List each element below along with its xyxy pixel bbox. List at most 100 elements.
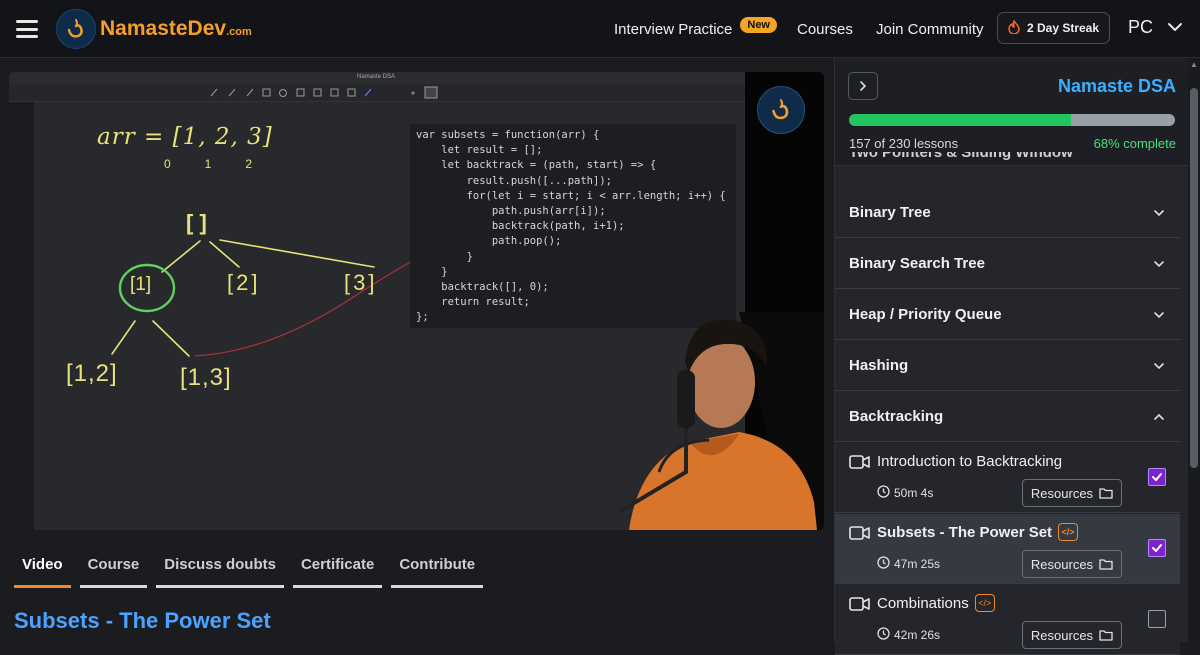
chevron-down-icon — [1154, 260, 1164, 267]
whiteboard-sidebar — [9, 102, 34, 530]
section-hashing[interactable]: Hashing — [835, 341, 1180, 391]
course-progress-fill — [849, 114, 1071, 126]
completed-checkbox[interactable] — [1148, 610, 1166, 628]
streak-button[interactable]: 2 Day Streak — [997, 12, 1110, 44]
check-icon — [1152, 544, 1162, 552]
scroll-up-icon[interactable]: ▲ — [1190, 60, 1198, 70]
resources-button[interactable]: Resources — [1022, 479, 1122, 507]
clock-icon — [877, 627, 890, 640]
check-icon — [1152, 473, 1162, 481]
flame-icon — [1008, 19, 1020, 37]
scrollbar-thumb[interactable] — [1190, 88, 1198, 468]
code-icon: </> — [1058, 523, 1079, 542]
lesson-name: Introduction to Backtracking — [877, 453, 1063, 470]
nav-join-community[interactable]: Join Community — [876, 0, 984, 58]
video-camera-icon — [849, 526, 870, 540]
tree-node-1-3: [1,3] — [180, 364, 232, 391]
lesson-duration: 47m 25s — [894, 557, 941, 571]
clock-icon — [877, 556, 890, 569]
video-camera-icon — [849, 455, 870, 469]
logo-text: NamasteDev.com — [100, 17, 252, 40]
nav-interview-label: Interview Practice — [614, 20, 733, 38]
section-binary-search-tree[interactable]: Binary Search Tree — [835, 239, 1180, 289]
video-camera-icon — [849, 597, 870, 611]
completed-checkbox[interactable] — [1148, 539, 1166, 557]
lesson-tabs: Video Course Discuss doubts Certificate … — [14, 548, 492, 588]
tree-node-3: [3] — [344, 270, 378, 295]
section-header-partial[interactable]: Two Pointers & Sliding Window — [835, 152, 1189, 166]
resources-button[interactable]: Resources — [1022, 550, 1122, 578]
code-icon: </> — [974, 594, 995, 613]
lesson-name: Combinations — [877, 595, 969, 612]
tab-certificate[interactable]: Certificate — [292, 548, 383, 588]
chevron-down-icon — [1154, 362, 1164, 369]
section-backtracking[interactable]: Backtracking — [835, 392, 1180, 442]
lesson-item[interactable]: Combinations </> 42m 26s Resources — [835, 585, 1180, 655]
chevron-down-icon[interactable] — [1166, 18, 1184, 36]
lesson-item-current[interactable]: Subsets - The Power Set </> 47m 25s Resou… — [835, 514, 1180, 584]
logo[interactable]: NamasteDev.com — [56, 9, 252, 49]
resources-button[interactable]: Resources — [1022, 621, 1122, 649]
section-title: Two Pointers & Sliding Window — [849, 152, 1073, 161]
top-navbar: NamasteDev.com Interview Practice New Co… — [0, 0, 1200, 58]
sidebar-scrollbar[interactable]: ▲ — [1188, 58, 1200, 642]
pen-tools-icon — [210, 86, 438, 99]
section-title: Heap / Priority Queue — [849, 306, 1002, 323]
logo-mark-icon — [56, 9, 96, 49]
code-line: let result = []; — [416, 144, 543, 157]
course-name: Namaste DSA — [1057, 76, 1176, 96]
nav-courses[interactable]: Courses — [797, 0, 853, 58]
code-line: result.push([...path]); — [416, 174, 612, 187]
section-title: Hashing — [849, 357, 909, 374]
collapse-sidebar-button[interactable] — [848, 72, 878, 100]
tab-discuss-doubts[interactable]: Discuss doubts — [156, 548, 284, 588]
lesson-name-wrap: Combinations </> — [877, 594, 995, 613]
resources-label: Resources — [1030, 556, 1094, 572]
code-line: for(let i = start; i < arr.length; i++) … — [416, 189, 726, 202]
code-line: backtrack([], 0); — [416, 281, 549, 294]
streak-label: 2 Day Streak — [1026, 21, 1100, 35]
tree-node-root: [ ] — [186, 210, 207, 235]
code-line: var subsets = function(arr) { — [416, 129, 600, 141]
whiteboard-toolbar — [9, 84, 745, 102]
chevron-down-icon — [1154, 311, 1164, 318]
page-title: Subsets - The Power Set — [14, 608, 271, 633]
course-progress-bar — [849, 114, 1175, 126]
nav-interview-practice[interactable]: Interview Practice New — [614, 0, 777, 58]
section-title: Backtracking — [849, 408, 944, 425]
folder-icon — [1099, 559, 1113, 570]
lesson-name-wrap: Subsets - The Power Set </> — [877, 523, 1079, 542]
handwriting-indices: 0 1 2 — [164, 157, 259, 171]
chevron-right-icon — [860, 81, 867, 91]
section-title: Binary Tree — [849, 204, 931, 221]
watermark-logo-icon — [757, 86, 805, 134]
section-binary-tree[interactable]: Binary Tree — [835, 188, 1180, 238]
resources-label: Resources — [1030, 627, 1094, 643]
tab-course[interactable]: Course — [79, 548, 148, 588]
user-avatar[interactable]: PC — [1128, 17, 1153, 38]
code-line: } — [416, 250, 473, 263]
resources-label: Resources — [1030, 485, 1094, 501]
code-snippet: var subsets = function(arr) { let result… — [410, 124, 736, 328]
lesson-name: Subsets - The Power Set — [877, 524, 1053, 541]
code-line: return result; — [416, 296, 530, 309]
code-line: backtrack(path, i+1); — [416, 220, 625, 233]
lesson-item[interactable]: Introduction to Backtracking 50m 4s Reso… — [835, 443, 1180, 513]
tree-node-2: [2] — [227, 270, 261, 295]
folder-icon — [1099, 630, 1113, 641]
code-line: let backtrack = (path, start) => { — [416, 159, 657, 172]
chevron-up-icon — [1154, 413, 1164, 420]
whiteboard-titlebar: Namaste DSA — [9, 72, 745, 84]
tree-node-1-2: [1,2] — [66, 360, 118, 387]
tab-video[interactable]: Video — [14, 548, 71, 588]
video-player[interactable]: Namaste DSA arr = [1, 2, 3] 0 1 2 [] [1… — [9, 72, 824, 530]
tab-contribute[interactable]: Contribute — [391, 548, 484, 588]
completed-checkbox[interactable] — [1148, 468, 1166, 486]
clock-icon — [877, 485, 890, 498]
code-line: path.pop(); — [416, 235, 562, 248]
section-heap-priority-queue[interactable]: Heap / Priority Queue — [835, 290, 1180, 340]
course-sidebar: Namaste DSA 157 of 230 lessons 68% compl… — [834, 58, 1189, 655]
tree-node-1: [1] — [130, 274, 152, 295]
section-title: Binary Search Tree — [849, 255, 985, 272]
menu-icon[interactable] — [16, 20, 38, 38]
